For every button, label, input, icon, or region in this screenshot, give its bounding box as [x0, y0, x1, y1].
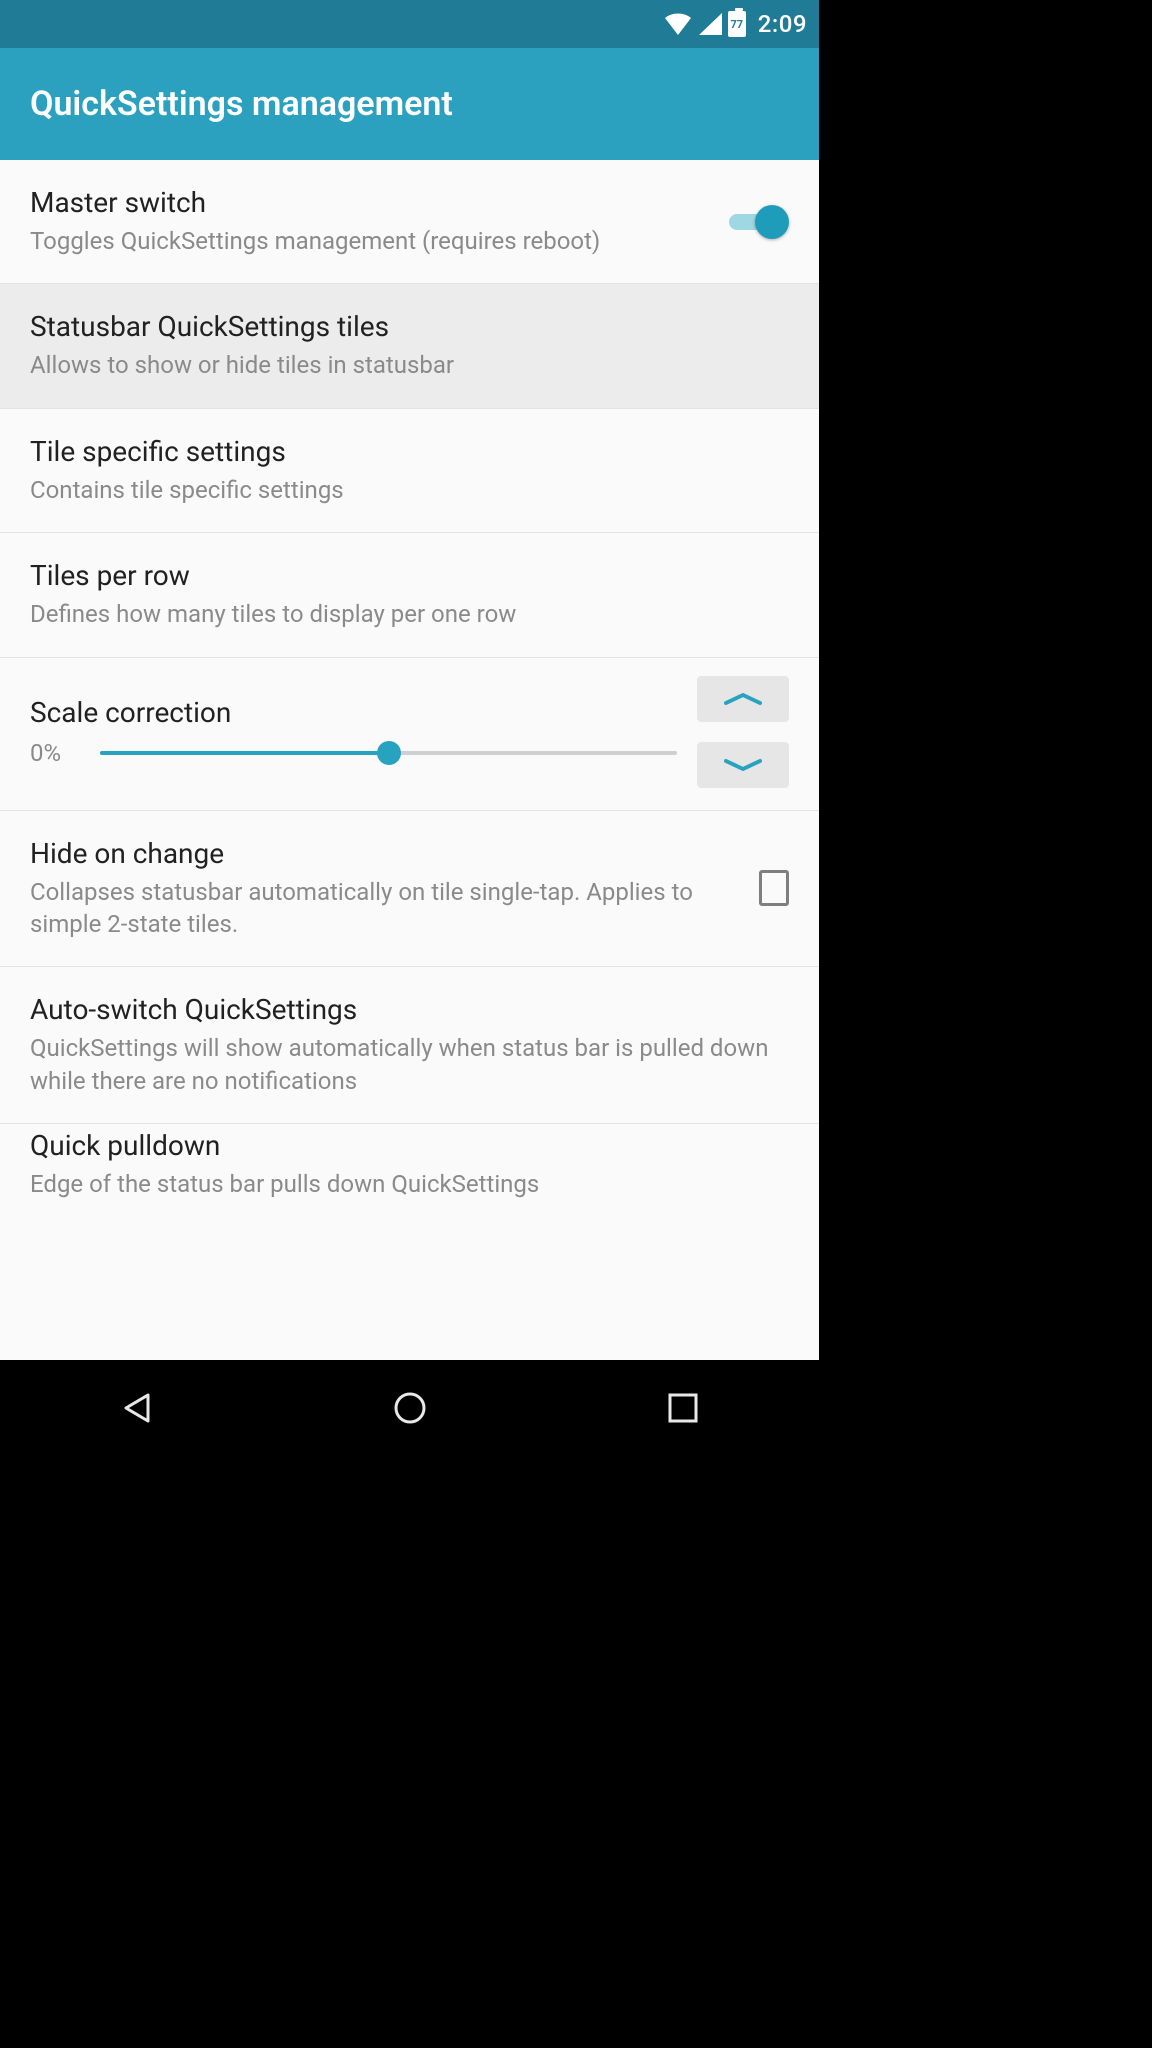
nav-back-button[interactable] [113, 1384, 161, 1432]
battery-icon: 77 [728, 11, 746, 37]
row-title: Auto-switch QuickSettings [30, 993, 773, 1026]
row-quick-pulldown[interactable]: Quick pulldown Edge of the status bar pu… [0, 1124, 819, 1206]
chevron-up-icon [723, 692, 763, 706]
row-subtitle: Contains tile specific settings [30, 474, 773, 506]
screen: 77 2:09 QuickSettings management Master … [0, 0, 819, 1456]
scale-stepper [697, 676, 789, 788]
row-tile-specific[interactable]: Tile specific settings Contains tile spe… [0, 409, 819, 533]
row-title: Tile specific settings [30, 435, 773, 468]
row-title: Statusbar QuickSettings tiles [30, 310, 773, 343]
scale-increase-button[interactable] [697, 676, 789, 722]
system-nav-bar [0, 1360, 819, 1456]
cell-signal-icon [698, 13, 722, 35]
settings-list[interactable]: Master switch Toggles QuickSettings mana… [0, 160, 819, 1360]
scale-value: 0% [30, 739, 76, 767]
chevron-down-icon [723, 758, 763, 772]
row-subtitle: Toggles QuickSettings management (requir… [30, 225, 713, 257]
system-status-bar: 77 2:09 [0, 0, 819, 48]
row-statusbar-tiles[interactable]: Statusbar QuickSettings tiles Allows to … [0, 284, 819, 408]
scale-slider[interactable] [100, 741, 677, 765]
back-triangle-icon [118, 1389, 156, 1427]
master-switch-toggle[interactable] [729, 205, 789, 239]
row-title: Tiles per row [30, 559, 773, 592]
row-title: Hide on change [30, 837, 743, 870]
battery-level: 77 [730, 18, 743, 31]
nav-home-button[interactable] [386, 1384, 434, 1432]
row-scale-correction: Scale correction 0% [0, 658, 819, 811]
nav-recent-button[interactable] [659, 1384, 707, 1432]
page-title: QuickSettings management [30, 84, 453, 124]
app-bar: QuickSettings management [0, 48, 819, 160]
row-auto-switch[interactable]: Auto-switch QuickSettings QuickSettings … [0, 967, 819, 1124]
recent-square-icon [666, 1391, 700, 1425]
row-subtitle: Defines how many tiles to display per on… [30, 598, 773, 630]
row-subtitle: QuickSettings will show automatically wh… [30, 1032, 773, 1097]
row-subtitle: Collapses statusbar automatically on til… [30, 876, 743, 941]
row-title: Scale correction [30, 696, 677, 729]
row-title: Master switch [30, 186, 713, 219]
status-clock: 2:09 [758, 10, 807, 38]
row-tiles-per-row[interactable]: Tiles per row Defines how many tiles to … [0, 533, 819, 657]
home-circle-icon [391, 1389, 429, 1427]
row-subtitle: Allows to show or hide tiles in statusba… [30, 349, 773, 381]
wifi-icon [664, 13, 692, 35]
scale-decrease-button[interactable] [697, 742, 789, 788]
row-hide-on-change[interactable]: Hide on change Collapses statusbar autom… [0, 811, 819, 968]
row-subtitle: Edge of the status bar pulls down QuickS… [30, 1168, 773, 1200]
row-title: Quick pulldown [30, 1129, 773, 1162]
hide-on-change-checkbox[interactable] [759, 870, 789, 906]
row-master-switch[interactable]: Master switch Toggles QuickSettings mana… [0, 160, 819, 284]
